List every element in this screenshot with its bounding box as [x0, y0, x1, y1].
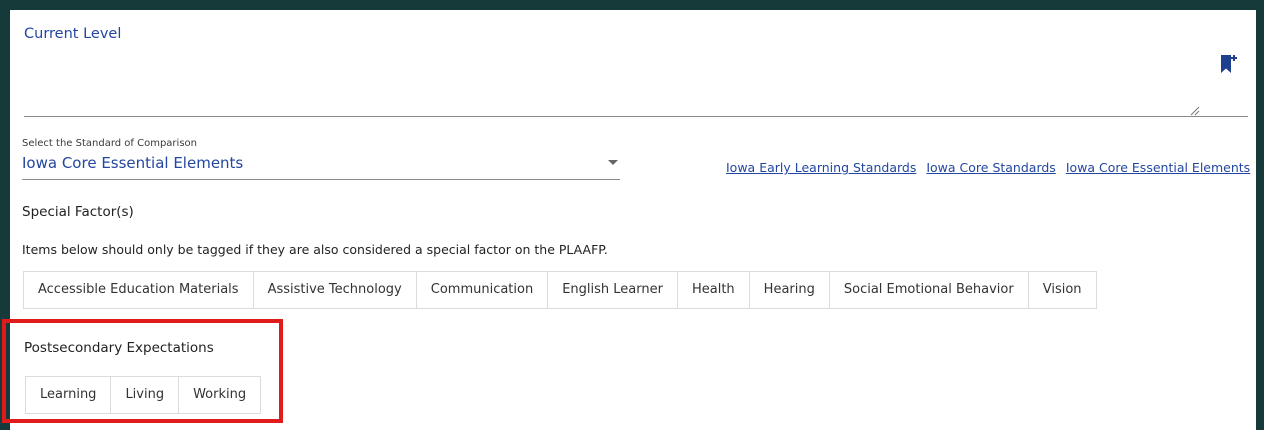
standard-select[interactable]: Iowa Core Essential Elements — [22, 154, 243, 172]
chip-communication[interactable]: Communication — [417, 272, 549, 308]
special-factors-title: Special Factor(s) — [22, 204, 134, 220]
special-factors-note: Items below should only be tagged if the… — [22, 242, 608, 257]
standard-links: Iowa Early Learning Standards Iowa Core … — [726, 160, 1256, 175]
chip-accessible-education-materials[interactable]: Accessible Education Materials — [24, 272, 254, 308]
resize-handle-icon[interactable] — [1188, 104, 1200, 116]
highlight-annotation-box — [2, 319, 283, 423]
special-factors-chips: Accessible Education Materials Assistive… — [23, 271, 1097, 309]
chevron-down-icon[interactable] — [608, 160, 618, 165]
bookmark-add-icon[interactable] — [1220, 54, 1238, 74]
current-level-textarea[interactable] — [24, 116, 1248, 117]
link-iowa-core-essential-elements[interactable]: Iowa Core Essential Elements — [1066, 160, 1250, 175]
chip-assistive-technology[interactable]: Assistive Technology — [254, 272, 417, 308]
chip-vision[interactable]: Vision — [1029, 272, 1096, 308]
current-level-label: Current Level — [24, 26, 122, 42]
select-underline — [22, 179, 620, 180]
chip-english-learner[interactable]: English Learner — [548, 272, 678, 308]
link-iowa-early-learning-standards[interactable]: Iowa Early Learning Standards — [726, 160, 916, 175]
chip-social-emotional-behavior[interactable]: Social Emotional Behavior — [830, 272, 1029, 308]
chip-health[interactable]: Health — [678, 272, 750, 308]
chip-hearing[interactable]: Hearing — [750, 272, 830, 308]
link-iowa-core-standards[interactable]: Iowa Core Standards — [926, 160, 1055, 175]
standard-select-label: Select the Standard of Comparison — [22, 138, 197, 149]
